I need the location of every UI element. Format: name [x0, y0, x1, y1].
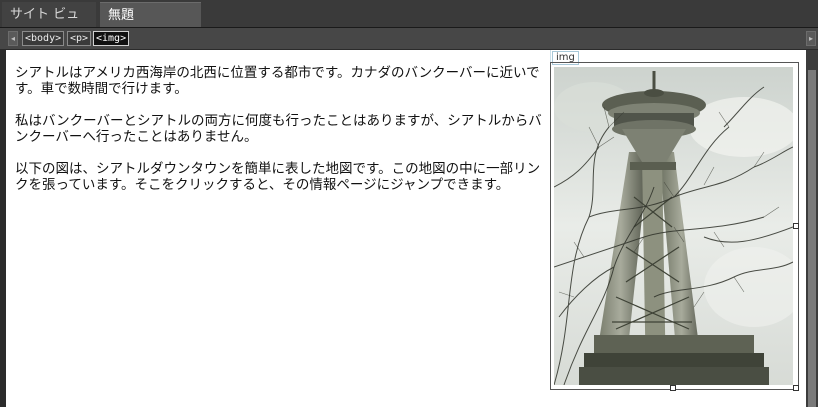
scrollbar-thumb[interactable] [808, 70, 816, 407]
tag-img[interactable]: <img> [93, 31, 130, 46]
tag-scroll-left-icon[interactable]: ◂ [8, 31, 18, 46]
tab-untitled-1[interactable]: 無題_1.html*× [100, 2, 201, 48]
tag-p[interactable]: <p> [67, 31, 92, 46]
paragraph-3[interactable]: 以下の図は、シアトルダウンタウンを簡単に表した地図です。この地図の中に一部リンク… [15, 161, 547, 193]
resize-handle-corner[interactable] [793, 385, 799, 391]
paragraph-2[interactable]: 私はバンクーバーとシアトルの両方に何度も行ったことはありますが、シアトルからバン… [15, 113, 547, 145]
document-tab-bar: サイト ビュー 無題_1.html*× [0, 0, 818, 48]
image-guide-line [550, 50, 551, 62]
tab-site-view[interactable]: サイト ビュー [2, 2, 96, 47]
vertical-scrollbar[interactable] [806, 50, 818, 407]
tag-scroll-right-icon[interactable]: ▸ [806, 31, 816, 46]
resize-handle-bottom[interactable] [670, 385, 676, 391]
paragraph-1[interactable]: シアトルはアメリカ西海岸の北西に位置する都市です。カナダのバンクーバーに近いです… [15, 65, 547, 97]
tag-body[interactable]: <body> [22, 31, 65, 46]
resize-handle-right[interactable] [793, 223, 799, 229]
space-needle-photo[interactable] [554, 67, 793, 385]
space-needle-image [554, 67, 793, 385]
document-body-text[interactable]: シアトルはアメリカ西海岸の北西に位置する都市です。カナダのバンクーバーに近いです… [15, 65, 547, 209]
design-view[interactable]: シアトルはアメリカ西海岸の北西に位置する都市です。カナダのバンクーバーに近いです… [6, 50, 806, 407]
tag-selector-bar: ◂ <body> <p> <img> ▸ [0, 28, 818, 49]
